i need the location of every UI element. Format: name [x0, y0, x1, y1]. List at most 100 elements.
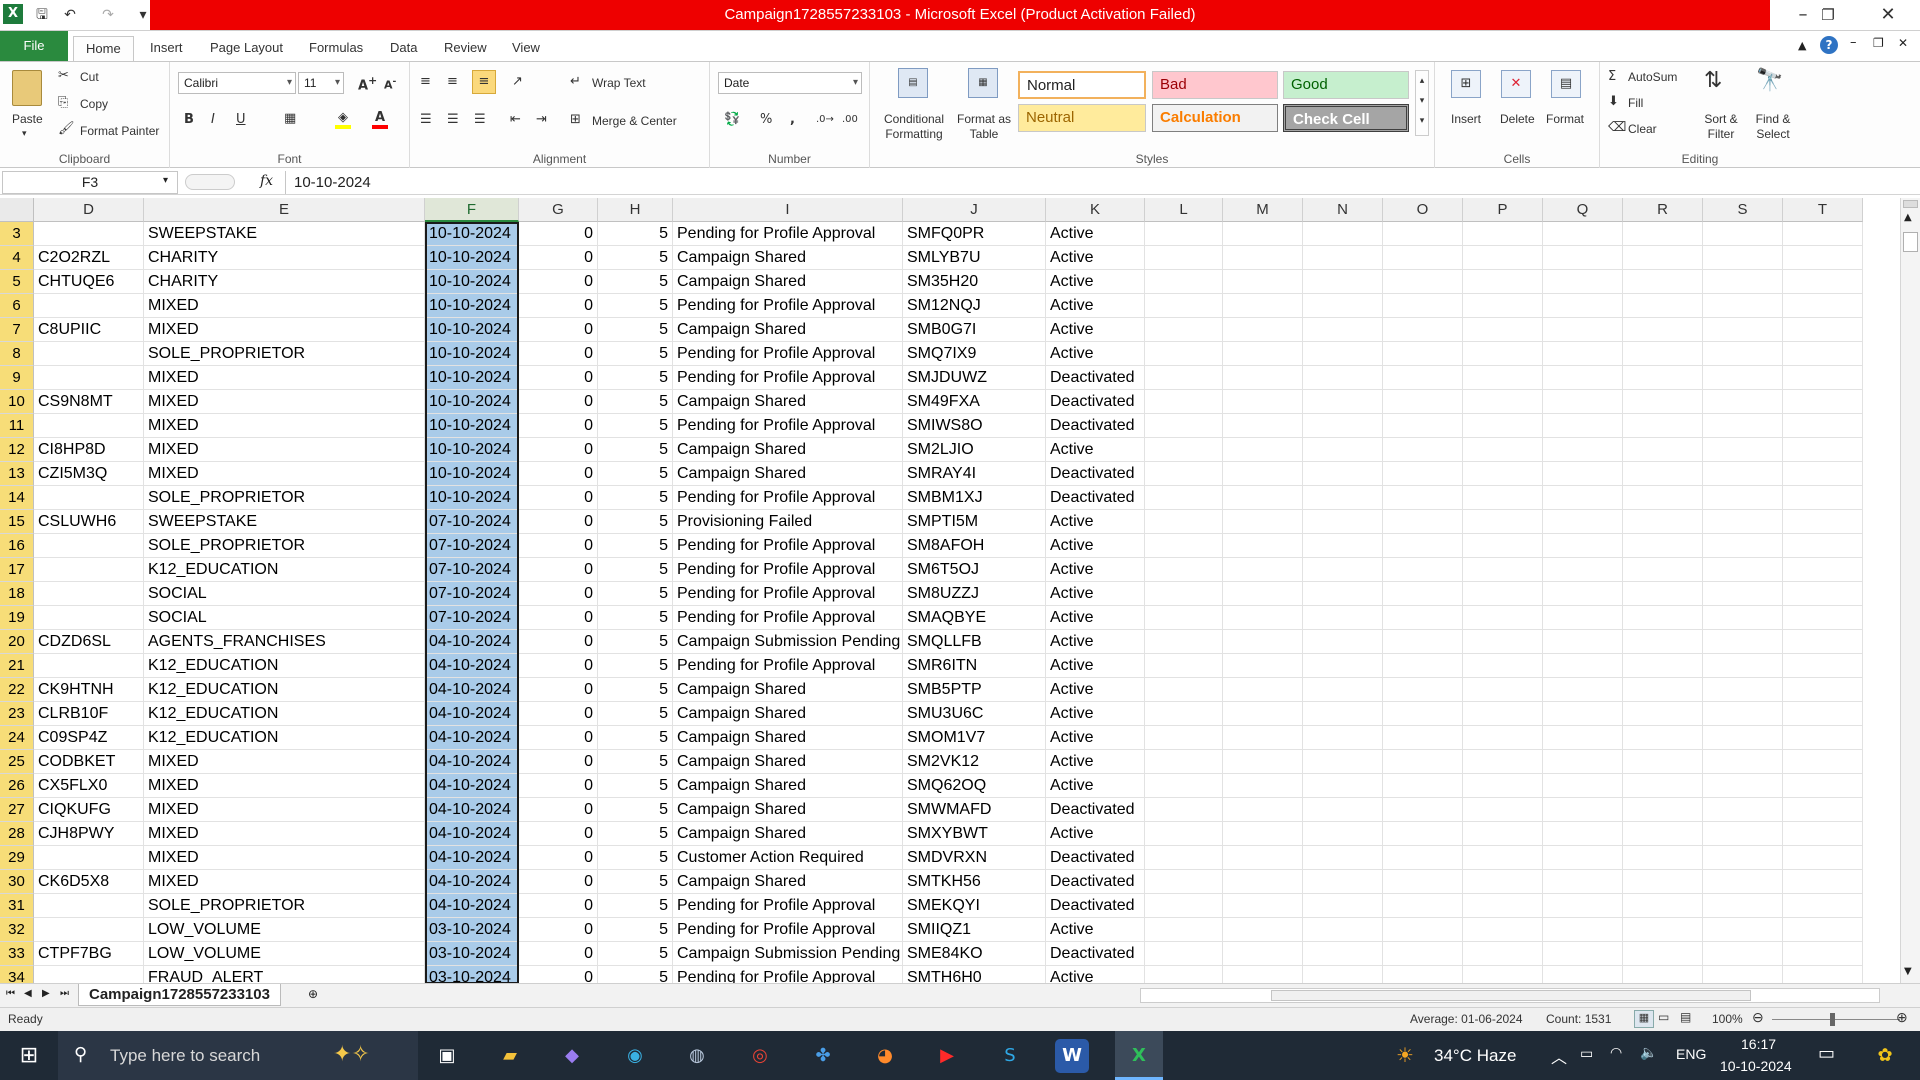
- cell-h[interactable]: 5: [598, 342, 673, 366]
- cell-g[interactable]: 0: [519, 294, 598, 318]
- cell-k[interactable]: Active: [1046, 318, 1145, 342]
- wrap-text-button[interactable]: Wrap Text: [592, 76, 646, 90]
- cell-k[interactable]: Active: [1046, 678, 1145, 702]
- cell-d[interactable]: [34, 558, 144, 582]
- cell-g[interactable]: 0: [519, 822, 598, 846]
- cell-t[interactable]: [1783, 774, 1863, 798]
- column-header-n[interactable]: N: [1303, 198, 1383, 222]
- font-name-select[interactable]: Calibri: [178, 72, 296, 94]
- cell-e[interactable]: SWEEPSTAKE: [144, 222, 425, 246]
- style-bad[interactable]: Bad: [1152, 71, 1278, 99]
- cell-j[interactable]: SMLYB7U: [903, 246, 1046, 270]
- column-header-k[interactable]: K: [1046, 198, 1145, 222]
- cell-l[interactable]: [1145, 582, 1223, 606]
- cell-k[interactable]: Active: [1046, 534, 1145, 558]
- cell-t[interactable]: [1783, 318, 1863, 342]
- cell-m[interactable]: [1223, 318, 1303, 342]
- cell-l[interactable]: [1145, 414, 1223, 438]
- cell-l[interactable]: [1145, 510, 1223, 534]
- select-all-corner[interactable]: [0, 198, 34, 222]
- volume-icon[interactable]: 🔈: [1640, 1044, 1657, 1061]
- cell-e[interactable]: LOW_VOLUME: [144, 918, 425, 942]
- clock-date[interactable]: 10-10-2024: [1720, 1058, 1792, 1074]
- cell-h[interactable]: 5: [598, 726, 673, 750]
- cell-i[interactable]: Campaign Shared: [673, 774, 903, 798]
- cell-r[interactable]: [1623, 894, 1703, 918]
- cell-r[interactable]: [1623, 606, 1703, 630]
- column-header-r[interactable]: R: [1623, 198, 1703, 222]
- cell-s[interactable]: [1703, 342, 1783, 366]
- cell-d[interactable]: CTPF7BG: [34, 942, 144, 966]
- cell-i[interactable]: Campaign Shared: [673, 750, 903, 774]
- cell-p[interactable]: [1463, 702, 1543, 726]
- cell-f[interactable]: 07-10-2024: [425, 558, 519, 582]
- windows-start-icon[interactable]: ⊞: [12, 1039, 46, 1073]
- tab-view[interactable]: View: [500, 36, 552, 61]
- row-header[interactable]: 21: [0, 654, 34, 678]
- cell-t[interactable]: [1783, 894, 1863, 918]
- cell-e[interactable]: CHARITY: [144, 246, 425, 270]
- cell-e[interactable]: CHARITY: [144, 270, 425, 294]
- cell-r[interactable]: [1623, 846, 1703, 870]
- cell-i[interactable]: Campaign Shared: [673, 246, 903, 270]
- cell-l[interactable]: [1145, 318, 1223, 342]
- cell-d[interactable]: CODBKET: [34, 750, 144, 774]
- cell-r[interactable]: [1623, 918, 1703, 942]
- cell-g[interactable]: 0: [519, 750, 598, 774]
- cell-p[interactable]: [1463, 678, 1543, 702]
- cell-n[interactable]: [1303, 534, 1383, 558]
- row-header[interactable]: 24: [0, 726, 34, 750]
- cell-p[interactable]: [1463, 942, 1543, 966]
- cell-s[interactable]: [1703, 822, 1783, 846]
- cell-q[interactable]: [1543, 678, 1623, 702]
- row-header[interactable]: 32: [0, 918, 34, 942]
- cell-q[interactable]: [1543, 390, 1623, 414]
- zoom-slider-thumb[interactable]: [1830, 1013, 1835, 1026]
- cell-h[interactable]: 5: [598, 966, 673, 983]
- cell-o[interactable]: [1383, 486, 1463, 510]
- cell-q[interactable]: [1543, 510, 1623, 534]
- cell-j[interactable]: SMJDUWZ: [903, 366, 1046, 390]
- row-header[interactable]: 12: [0, 438, 34, 462]
- cell-s[interactable]: [1703, 678, 1783, 702]
- cell-s[interactable]: [1703, 390, 1783, 414]
- cell-i[interactable]: Campaign Shared: [673, 270, 903, 294]
- percent-icon[interactable]: %: [760, 112, 772, 127]
- tab-data[interactable]: Data: [378, 36, 429, 61]
- cell-t[interactable]: [1783, 582, 1863, 606]
- cell-e[interactable]: MIXED: [144, 798, 425, 822]
- vertical-scrollbar[interactable]: ▲ ▼: [1900, 198, 1920, 983]
- cell-l[interactable]: [1145, 918, 1223, 942]
- cell-p[interactable]: [1463, 486, 1543, 510]
- cell-m[interactable]: [1223, 558, 1303, 582]
- cell-e[interactable]: LOW_VOLUME: [144, 942, 425, 966]
- collapse-ribbon-icon[interactable]: ▲: [1798, 39, 1806, 52]
- cell-o[interactable]: [1383, 630, 1463, 654]
- cell-g[interactable]: 0: [519, 534, 598, 558]
- cell-t[interactable]: [1783, 414, 1863, 438]
- cell-q[interactable]: [1543, 702, 1623, 726]
- cell-n[interactable]: [1303, 894, 1383, 918]
- cell-d[interactable]: C2O2RZL: [34, 246, 144, 270]
- cell-m[interactable]: [1223, 750, 1303, 774]
- cell-j[interactable]: SM6T5OJ: [903, 558, 1046, 582]
- cell-f[interactable]: 10-10-2024: [425, 390, 519, 414]
- cell-q[interactable]: [1543, 558, 1623, 582]
- cell-d[interactable]: CLRB10F: [34, 702, 144, 726]
- cell-h[interactable]: 5: [598, 438, 673, 462]
- number-format-select[interactable]: Date: [718, 72, 862, 94]
- cell-m[interactable]: [1223, 462, 1303, 486]
- cell-d[interactable]: CZI5M3Q: [34, 462, 144, 486]
- cell-s[interactable]: [1703, 510, 1783, 534]
- cell-p[interactable]: [1463, 246, 1543, 270]
- cell-f[interactable]: 10-10-2024: [425, 318, 519, 342]
- cell-s[interactable]: [1703, 606, 1783, 630]
- cell-m[interactable]: [1223, 894, 1303, 918]
- cell-s[interactable]: [1703, 366, 1783, 390]
- row-header[interactable]: 22: [0, 678, 34, 702]
- cell-o[interactable]: [1383, 942, 1463, 966]
- cell-m[interactable]: [1223, 654, 1303, 678]
- row-header[interactable]: 30: [0, 870, 34, 894]
- cell-q[interactable]: [1543, 894, 1623, 918]
- cell-d[interactable]: [34, 582, 144, 606]
